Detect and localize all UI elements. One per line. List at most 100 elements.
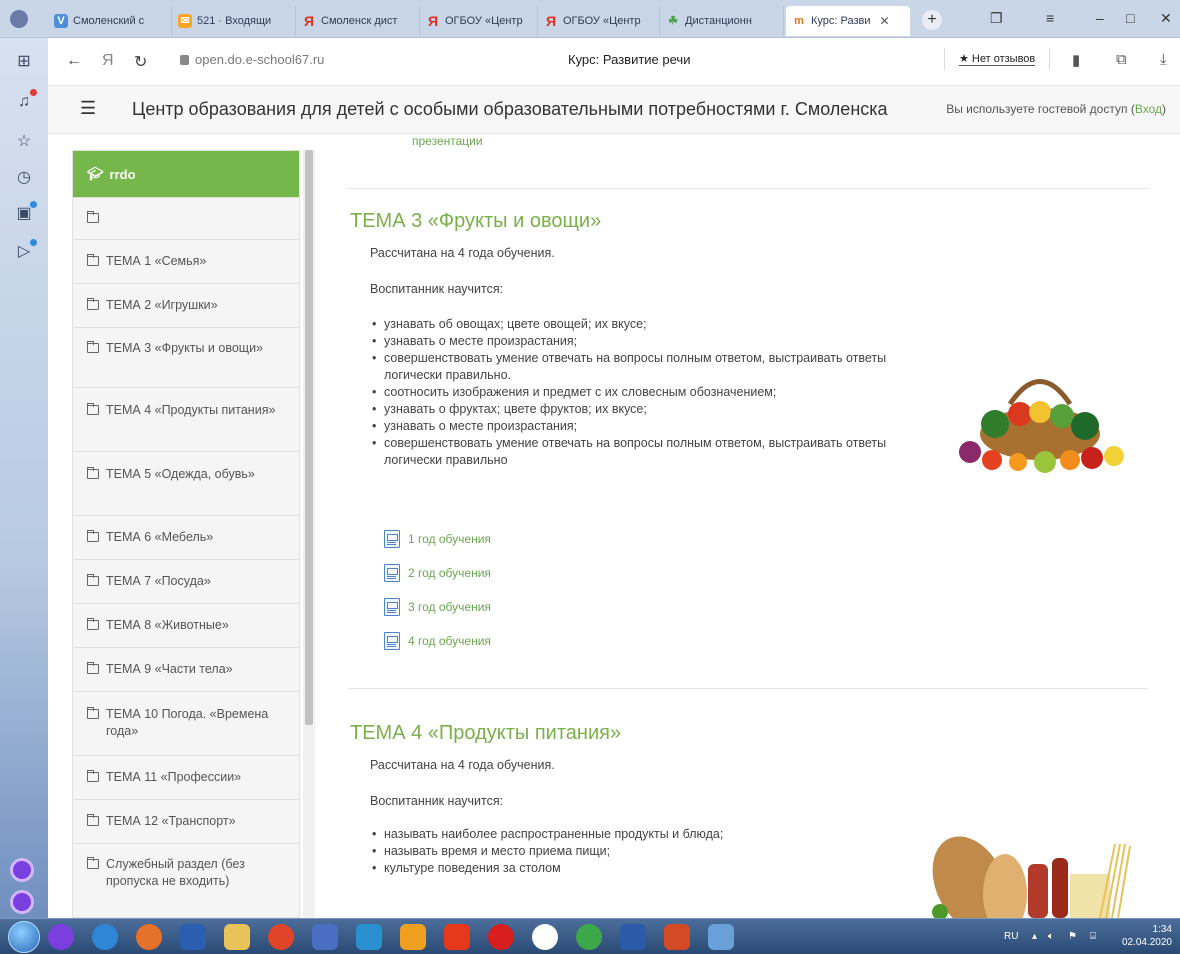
media-player-icon[interactable] (356, 924, 382, 950)
alice-taskbar-icon[interactable] (48, 924, 74, 950)
reload-icon[interactable]: ↻ (134, 52, 147, 72)
folder-icon (87, 254, 99, 266)
utorrent-icon[interactable] (576, 924, 602, 950)
list-item: называть время и место приема пищи; (370, 843, 910, 860)
sidebar-item-topic-9[interactable]: ТЕМА 9 «Части тела» (73, 647, 299, 691)
close-window-icon[interactable]: ✕ (1160, 10, 1172, 27)
course-home-link[interactable]: 🎓︎ rrdo (73, 151, 299, 197)
firefox-icon[interactable] (136, 924, 162, 950)
presentation-link[interactable]: презентации (412, 134, 483, 148)
new-tab-button[interactable]: + (922, 10, 942, 30)
folder-icon (87, 211, 99, 223)
reviews-button[interactable]: ★ Нет отзывов (944, 48, 1051, 70)
clock[interactable]: 1:34 02.04.2020 (1122, 923, 1172, 949)
resource-year-2[interactable]: 2 год обучения (384, 564, 491, 582)
sidebar-item-topic-5[interactable]: ТЕМА 5 «Одежда, обувь» (73, 451, 299, 515)
mail-favicon-icon: ✉ (178, 14, 192, 28)
sidebar-item-topic-10[interactable]: ТЕМА 10 Погода. «Времена года» (73, 691, 299, 755)
url-field[interactable]: open.do.e-school67.ru (180, 52, 324, 67)
internet-explorer-icon[interactable] (92, 924, 118, 950)
sidebar-item-topic-4[interactable]: ТЕМА 4 «Продукты питания» (73, 387, 299, 451)
music-icon[interactable] (400, 924, 426, 950)
media-play-icon[interactable]: ▷ (14, 239, 37, 262)
language-indicator[interactable]: RU (1004, 931, 1018, 942)
sidebar-scrollbar-thumb[interactable] (305, 150, 313, 725)
sidebar-scrollbar[interactable] (303, 150, 315, 918)
mail-app-icon[interactable] (312, 924, 338, 950)
yandex-logo-icon[interactable]: Я (102, 52, 114, 70)
list-item: культуре поведения за столом (370, 860, 910, 877)
sidebar-item-topic-6[interactable]: ТЕМА 6 «Мебель» (73, 515, 299, 559)
yandex-y-icon[interactable] (532, 924, 558, 950)
powerpoint-icon[interactable] (664, 924, 690, 950)
folder-icon (87, 662, 99, 674)
resource-year-3[interactable]: 3 год обучения (384, 598, 491, 616)
tab-5[interactable]: Я ОГБОУ «Центр (538, 6, 660, 36)
sidebar-item-topic-3[interactable]: ТЕМА 3 «Фрукты и овощи» (73, 327, 299, 387)
menu-icon[interactable]: ≡ (1046, 10, 1054, 26)
save-disk-icon[interactable] (180, 924, 206, 950)
history-clock-icon[interactable]: ◷ (14, 168, 34, 188)
guest-text: Вы используете гостевой доступ (946, 102, 1128, 116)
favorites-star-icon[interactable]: ☆ (14, 132, 34, 152)
sidebar-item-topic-7[interactable]: ТЕМА 7 «Посуда» (73, 559, 299, 603)
close-tab-icon[interactable]: ✕ (880, 14, 890, 28)
sidebar-item-service-section[interactable]: Служебный раздел (без пропуска не входит… (73, 843, 299, 917)
tab-1[interactable]: V Смоленский с (48, 6, 172, 36)
resource-year-1[interactable]: 1 год обучения (384, 530, 491, 548)
alice-assistant-icon[interactable] (10, 858, 34, 882)
topic-4-title[interactable]: ТЕМА 4 «Продукты питания» (350, 722, 621, 745)
volume-icon[interactable]: 🔈︎ (1048, 931, 1054, 942)
hamburger-menu-icon[interactable]: ☰ (80, 98, 96, 119)
sidebar-item-topic-1[interactable]: ТЕМА 1 «Семья» (73, 239, 299, 283)
network-icon[interactable]: ⌸ (1090, 931, 1096, 942)
sidebar-item-label: ТЕМА 12 «Транспорт» (106, 814, 236, 828)
tab-active-course[interactable]: m Курс: Разви ✕ (786, 6, 910, 36)
reviews-label: ★ Нет отзывов (959, 53, 1036, 66)
sidebar-item-topic-8[interactable]: ТЕМА 8 «Животные» (73, 603, 299, 647)
folder-icon (87, 403, 99, 415)
word-icon[interactable] (620, 924, 646, 950)
sidebar-item-label: ТЕМА 3 «Фрукты и овощи» (106, 341, 264, 355)
network-app-icon[interactable] (708, 924, 734, 950)
section-divider (348, 688, 1148, 689)
tab-label: 521 · Входящи (197, 15, 272, 27)
opera-icon[interactable] (488, 924, 514, 950)
notifications-bell-icon[interactable]: ♫ (14, 89, 37, 112)
browser-sidebar-rail: ⊞ ♫ ☆ ◷ ▣ ▷ (0, 38, 48, 918)
tab-4[interactable]: Я ОГБОУ «Центр (420, 6, 538, 36)
tray-arrow-icon[interactable]: ▴ (1032, 931, 1037, 942)
tab-6[interactable]: ☘ Дистанционн (660, 6, 784, 36)
collections-icon[interactable]: ▣ (14, 201, 37, 224)
sidebar-item-topic-12[interactable]: ТЕМА 12 «Транспорт» (73, 799, 299, 843)
apps-grid-icon[interactable]: ⊞ (14, 52, 34, 72)
folder-icon (87, 467, 99, 479)
bookmark-icon[interactable]: ▮ (1072, 51, 1080, 69)
resource-year-4[interactable]: 4 год обучения (384, 632, 491, 650)
back-arrow-icon[interactable]: ← (66, 52, 82, 70)
reader-icon[interactable]: ⧉ (1116, 51, 1127, 68)
action-center-flag-icon[interactable]: ⚑ (1068, 931, 1077, 942)
course-short-name: rrdo (109, 166, 136, 182)
tab-3[interactable]: Я Смоленск дист (296, 6, 420, 36)
yandex-browser-icon[interactable] (444, 924, 470, 950)
minimize-icon[interactable]: – (1096, 10, 1104, 26)
sidebar-item-topic-2[interactable]: ТЕМА 2 «Игрушки» (73, 283, 299, 327)
file-explorer-icon[interactable] (224, 924, 250, 950)
browser-tab-bar: V Смоленский с ✉ 521 · Входящи Я Смоленс… (0, 0, 1180, 38)
topic-3-title[interactable]: ТЕМА 3 «Фрукты и овощи» (350, 210, 601, 233)
start-button[interactable] (8, 921, 40, 953)
folder-icon (87, 618, 99, 630)
tab-2[interactable]: ✉ 521 · Входящи (172, 6, 296, 36)
folder-icon (87, 341, 99, 353)
notification-badge (30, 89, 37, 96)
login-link[interactable]: Вход (1135, 102, 1162, 116)
browser-profile-icon[interactable] (10, 10, 28, 28)
maximize-icon[interactable]: □ (1126, 10, 1134, 26)
chrome-icon[interactable] (268, 924, 294, 950)
sidebar-item-topic-11[interactable]: ТЕМА 11 «Профессии» (73, 755, 299, 799)
alice-voice-icon[interactable] (10, 890, 34, 914)
download-icon[interactable]: ⤓ (1160, 51, 1167, 68)
sidebar-item-section-0[interactable] (73, 197, 299, 239)
tabs-overview-icon[interactable]: ❐ (990, 10, 1003, 27)
